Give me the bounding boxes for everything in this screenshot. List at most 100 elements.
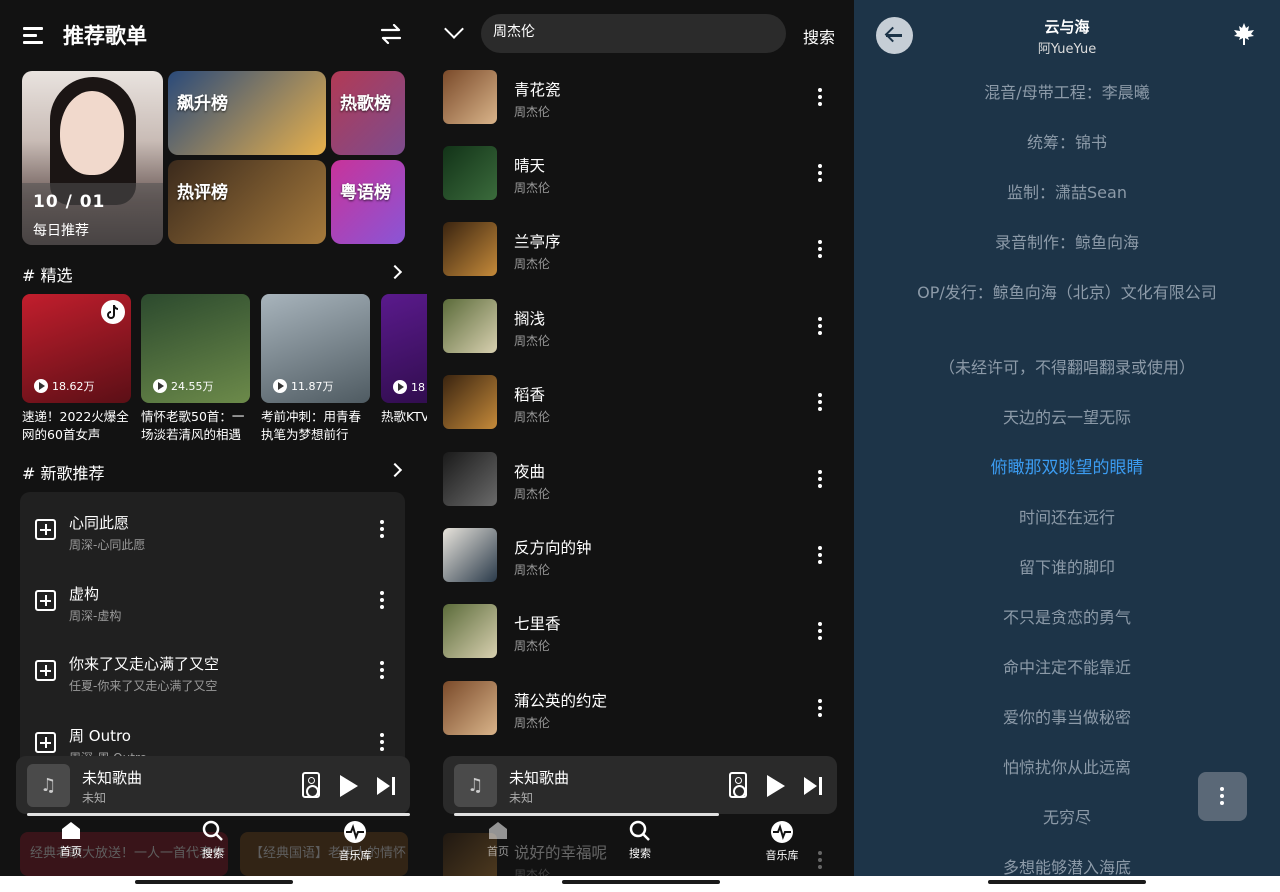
more-vert-icon[interactable] <box>818 317 822 335</box>
more-vert-icon[interactable] <box>818 851 822 869</box>
lyric-line[interactable]: 录音制作：鲸鱼向海 <box>894 230 1240 256</box>
lyric-line[interactable]: 混音/母带工程：李晨曦 <box>894 80 1240 106</box>
more-vert-icon[interactable] <box>818 393 822 411</box>
more-vert-icon[interactable] <box>818 470 822 488</box>
player-progress-bar <box>27 813 410 816</box>
song-subtitle: 任夏-你来了又走心满了又空 <box>69 679 218 693</box>
player-subtitle: 未知 <box>509 791 534 805</box>
more-vert-icon[interactable] <box>818 88 822 106</box>
home-icon <box>489 822 507 839</box>
add-box-icon[interactable] <box>35 519 56 540</box>
more-vert-icon[interactable] <box>818 164 822 182</box>
lyric-line[interactable]: 监制：潇喆Sean <box>894 180 1240 206</box>
more-vert-icon[interactable] <box>818 546 822 564</box>
song-row[interactable]: 七里香 周杰伦 <box>427 604 854 680</box>
song-artist: 周杰伦 <box>514 716 551 730</box>
play-icon[interactable] <box>340 775 358 797</box>
playlist-cover: 24.55万 <box>141 294 250 403</box>
nav-library[interactable]: 音乐库 <box>325 820 385 863</box>
lyric-line[interactable]: 命中注定不能靠近 <box>894 655 1240 681</box>
skip-next-icon[interactable] <box>804 777 822 795</box>
more-options-button[interactable] <box>1198 772 1247 821</box>
menu-icon[interactable] <box>23 27 43 44</box>
playlist-card[interactable]: 24.55万 情怀老歌50首：一场淡若清风的相遇 <box>141 294 250 444</box>
nav-home[interactable]: 首页 <box>468 820 528 859</box>
song-row[interactable]: 稻香 周杰伦 <box>427 375 854 451</box>
nav-library[interactable]: 音乐库 <box>752 820 812 863</box>
list-item[interactable]: 虚构 周深-虚构 <box>20 575 405 635</box>
more-vert-icon[interactable] <box>818 699 822 717</box>
rank-card-surge[interactable]: 飙升榜 <box>168 71 326 155</box>
rank-card-hot[interactable]: 热歌榜 <box>331 71 405 155</box>
more-vert-icon[interactable] <box>380 661 384 679</box>
daily-recommend-card[interactable]: 10 / 01 每日推荐 <box>22 71 163 245</box>
song-title: 你来了又走心满了又空 <box>69 655 220 673</box>
home-topbar: 推荐歌单 <box>0 14 427 54</box>
lyric-line[interactable]: OP/发行：鲸鱼向海（北京）文化有限公司 <box>894 280 1240 306</box>
list-item[interactable]: 你来了又走心满了又空 任夏-你来了又走心满了又空 <box>20 645 405 705</box>
song-row[interactable]: 反方向的钟 周杰伦 <box>427 528 854 604</box>
player-subtitle: 未知 <box>82 791 107 805</box>
album-cover <box>443 528 497 582</box>
song-row[interactable]: 青花瓷 周杰伦 <box>427 70 854 146</box>
more-vert-icon[interactable] <box>380 733 384 751</box>
chevron-right-icon[interactable] <box>387 264 403 280</box>
nav-search[interactable]: 搜索 <box>610 820 670 861</box>
search-panel: 搜索 青花瓷周杰伦晴天周杰伦兰亭序周杰伦搁浅周杰伦稻香周杰伦夜曲周杰伦反方向的钟… <box>427 0 854 892</box>
chevron-down-icon[interactable] <box>444 19 464 39</box>
song-title: 蒲公英的约定 <box>514 692 608 710</box>
song-row[interactable]: 夜曲 周杰伦 <box>427 452 854 528</box>
lyric-line[interactable]: 爱你的事当做秘密 <box>894 705 1240 731</box>
lyric-line[interactable]: 怕惊扰你从此远离 <box>894 755 1240 781</box>
playlist-card[interactable]: 11.87万 考前冲刺：用青春执笔为梦想前行 <box>261 294 370 444</box>
skip-next-icon[interactable] <box>377 777 395 795</box>
lyric-line[interactable]: 无穷尽 <box>894 805 1240 831</box>
nav-label: 音乐库 <box>765 849 799 862</box>
more-vert-icon[interactable] <box>380 520 384 538</box>
gesture-bar <box>854 876 1280 892</box>
add-box-icon[interactable] <box>35 732 56 753</box>
speaker-icon[interactable] <box>729 772 747 798</box>
playlist-card[interactable]: 18 热歌KTV霸，可能 <box>381 294 427 444</box>
lyric-line[interactable]: 天边的云一望无际 <box>894 405 1240 431</box>
song-row[interactable]: 蒲公英的约定 周杰伦 <box>427 681 854 757</box>
playlist-card[interactable]: 18.62万 速递！2022火爆全网的60首女声 <box>22 294 131 444</box>
search-button[interactable]: 搜索 <box>803 24 835 48</box>
chevron-right-icon[interactable] <box>387 462 403 478</box>
rank-card-cantonese[interactable]: 粤语榜 <box>331 160 405 244</box>
speaker-icon[interactable] <box>302 772 320 798</box>
song-row[interactable]: 晴天 周杰伦 <box>427 146 854 222</box>
rank-card-comment[interactable]: 热评榜 <box>168 160 326 244</box>
search-input[interactable] <box>493 23 773 39</box>
search-box[interactable] <box>481 14 786 53</box>
more-vert-icon[interactable] <box>818 240 822 258</box>
play-count-icon <box>153 379 167 393</box>
lyric-line-active[interactable]: 俯瞰那双眺望的眼睛 <box>894 455 1240 481</box>
song-row[interactable]: 兰亭序 周杰伦 <box>427 222 854 298</box>
library-pulse-icon <box>771 821 793 843</box>
nav-search[interactable]: 搜索 <box>183 820 243 861</box>
music-note-icon: ♫ <box>27 764 70 807</box>
add-box-icon[interactable] <box>35 660 56 681</box>
mini-player[interactable]: ♫ 未知歌曲 未知 <box>16 756 410 814</box>
mini-player[interactable]: ♫ 未知歌曲 未知 <box>443 756 837 814</box>
song-artist: 周杰伦 <box>514 334 551 348</box>
add-box-icon[interactable] <box>35 590 56 611</box>
song-row[interactable]: 搁浅 周杰伦 <box>427 299 854 375</box>
swap-icon[interactable] <box>380 24 402 44</box>
nav-home[interactable]: 首页 <box>41 820 101 859</box>
more-vert-icon[interactable] <box>380 591 384 609</box>
lyric-line[interactable]: 留下谁的脚印 <box>894 555 1240 581</box>
lyric-line[interactable]: 不只是贪恋的勇气 <box>894 605 1240 631</box>
song-artist: 周杰伦 <box>514 487 551 501</box>
gesture-bar <box>0 876 427 892</box>
lyric-line[interactable]: 时间还在远行 <box>894 505 1240 531</box>
lyric-line[interactable]: （未经许可，不得翻唱翻录或使用） <box>894 355 1240 381</box>
maple-leaf-icon[interactable] <box>1232 22 1256 46</box>
library-pulse-icon <box>344 821 366 843</box>
lyric-line[interactable]: 统筹：锦书 <box>894 130 1240 156</box>
album-cover <box>443 452 497 506</box>
play-icon[interactable] <box>767 775 785 797</box>
more-vert-icon[interactable] <box>818 622 822 640</box>
list-item[interactable]: 心同此愿 周深-心同此愿 <box>20 504 405 564</box>
